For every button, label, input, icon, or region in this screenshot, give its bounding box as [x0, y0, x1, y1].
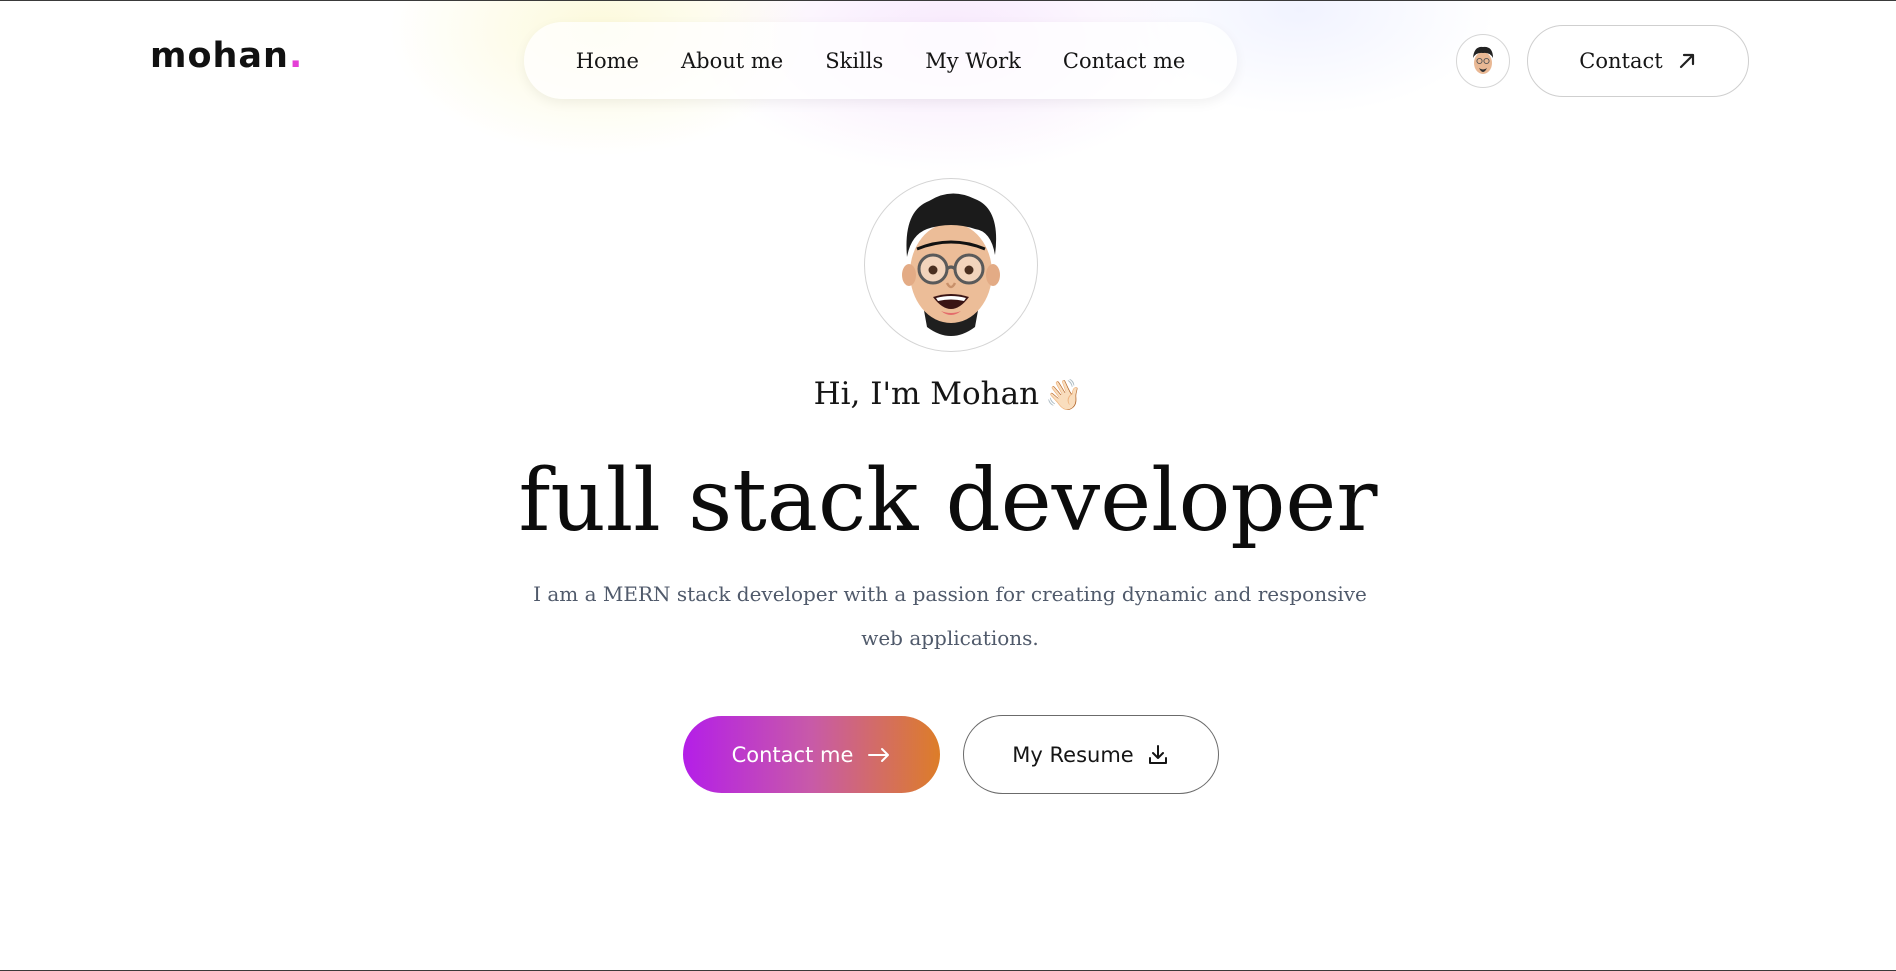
main-nav: Home About me Skills My Work Contact me: [524, 22, 1237, 99]
nav-skills[interactable]: Skills: [825, 49, 883, 73]
waving-hand-icon: 👋🏻: [1045, 378, 1083, 413]
logo-text: mohan: [150, 36, 289, 76]
nav-home[interactable]: Home: [576, 49, 639, 73]
nav-contact-me[interactable]: Contact me: [1063, 49, 1185, 73]
logo-dot: .: [288, 36, 304, 76]
hero-avatar: [864, 178, 1038, 352]
nav-my-work[interactable]: My Work: [925, 49, 1021, 73]
contact-me-label: Contact me: [731, 742, 854, 767]
header-avatar[interactable]: [1456, 34, 1510, 88]
header-contact-button[interactable]: Contact: [1527, 25, 1749, 97]
hero-title: full stack developer: [518, 451, 1378, 551]
hero-greeting: Hi, I'm Mohan 👋🏻: [0, 376, 1896, 413]
contact-me-button[interactable]: Contact me: [683, 716, 940, 793]
header-contact-label: Contact: [1579, 49, 1663, 73]
logo[interactable]: mohan.: [150, 36, 303, 76]
arrow-up-right-icon: [1679, 53, 1694, 69]
hero-description: I am a MERN stack developer with a passi…: [533, 582, 1367, 650]
my-resume-label: My Resume: [1012, 742, 1134, 767]
memoji-avatar-icon: [1473, 46, 1493, 74]
greeting-text: Hi, I'm Mohan: [813, 376, 1040, 412]
nav-about-me[interactable]: About me: [681, 49, 783, 73]
memoji-avatar-icon: [902, 193, 1000, 336]
my-resume-button[interactable]: My Resume: [963, 715, 1219, 794]
download-icon: [1148, 744, 1167, 764]
arrow-right-icon: [868, 747, 890, 762]
